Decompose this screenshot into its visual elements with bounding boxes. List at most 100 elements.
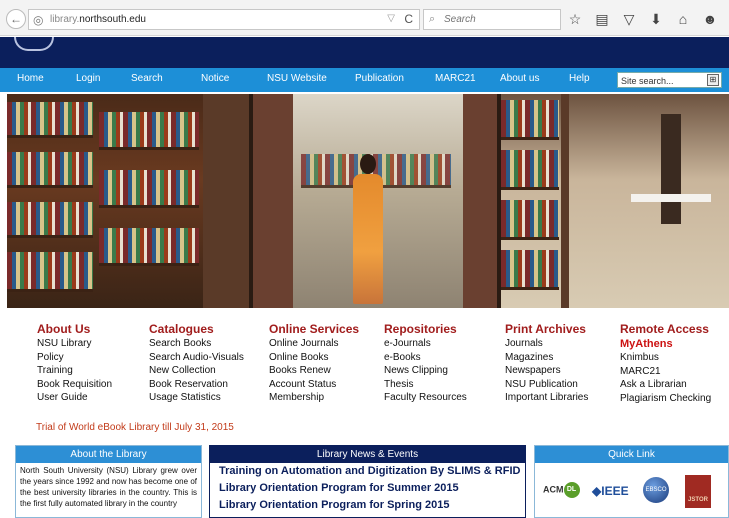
reload-icon[interactable]: C xyxy=(404,12,413,26)
browser-search-input[interactable] xyxy=(444,12,554,27)
link-online-books[interactable]: Online Books xyxy=(269,351,359,365)
acm-dl-logo-link[interactable]: ACM DL xyxy=(543,482,580,498)
link-journals[interactable]: Journals xyxy=(505,337,588,351)
reading-list-icon[interactable]: ▤ xyxy=(593,10,611,28)
link-nsu-publication[interactable]: NSU Publication xyxy=(505,378,588,392)
column-print-archives: Print Archives Journals Magazines Newspa… xyxy=(505,322,588,405)
link-user-guide[interactable]: User Guide xyxy=(37,391,112,405)
home-icon[interactable]: ⌂ xyxy=(674,10,692,28)
url-text: library.northsouth.edu xyxy=(50,14,146,25)
link-faculty-resources[interactable]: Faculty Resources xyxy=(384,391,467,405)
shelf-end xyxy=(203,94,249,308)
nav-home[interactable]: Home xyxy=(17,73,44,84)
ebsco-logo-link[interactable]: EBSCO xyxy=(643,477,669,503)
news-events-panel: Library News & Events Training on Automa… xyxy=(209,445,526,518)
column-remote-access: Remote Access MyAthens Knimbus MARC21 As… xyxy=(620,322,711,405)
column-heading[interactable]: Catalogues xyxy=(149,322,244,337)
toolbar-icons: ☆ ▤ ▽ ⬇ ⌂ ☻ xyxy=(566,10,719,28)
link-myathens[interactable]: MyAthens xyxy=(620,337,711,351)
link-new-collection[interactable]: New Collection xyxy=(149,364,244,378)
panel-title: About the Library xyxy=(16,446,201,463)
link-membership[interactable]: Membership xyxy=(269,391,359,405)
link-policy[interactable]: Policy xyxy=(37,351,112,365)
news-item[interactable]: Library Orientation Program for Summer 2… xyxy=(210,480,525,497)
student-photo xyxy=(253,94,497,308)
site-search-box[interactable]: ⊞ xyxy=(617,72,722,88)
link-book-requisition[interactable]: Book Requisition xyxy=(37,378,112,392)
shelf-end xyxy=(561,94,569,308)
url-prefix: library. xyxy=(50,14,80,25)
shelf xyxy=(501,250,559,290)
link-usage-statistics[interactable]: Usage Statistics xyxy=(149,391,244,405)
link-nsu-library[interactable]: NSU Library xyxy=(37,337,112,351)
bookshelves-photo xyxy=(7,94,249,308)
pillar xyxy=(661,114,681,224)
nav-notice[interactable]: Notice xyxy=(201,73,229,84)
nav-marc21[interactable]: MARC21 xyxy=(435,73,476,84)
shelf xyxy=(99,170,199,208)
download-icon[interactable]: ⬇ xyxy=(647,10,665,28)
browser-search-box[interactable]: ⌕ xyxy=(423,9,561,30)
about-library-panel: About the Library North South University… xyxy=(15,445,202,518)
link-marc21[interactable]: MARC21 xyxy=(620,365,711,379)
link-search-books[interactable]: Search Books xyxy=(149,337,244,351)
link-knimbus[interactable]: Knimbus xyxy=(620,351,711,365)
url-domain: northsouth.edu xyxy=(79,14,146,25)
link-training[interactable]: Training xyxy=(37,364,112,378)
nav-nsu-website[interactable]: NSU Website xyxy=(267,73,327,84)
link-account-status[interactable]: Account Status xyxy=(269,378,359,392)
acm-dl-badge: DL xyxy=(563,482,580,498)
column-heading[interactable]: Repositories xyxy=(384,322,467,337)
site-search-input[interactable] xyxy=(621,74,703,87)
link-books-renew[interactable]: Books Renew xyxy=(269,364,359,378)
quick-link-panel: Quick Link ACM DL ◆IEEE EBSCO JSTOR xyxy=(534,445,729,518)
address-bar[interactable]: ◎ library.northsouth.edu ▽ C xyxy=(28,9,420,30)
link-thesis[interactable]: Thesis xyxy=(384,378,467,392)
site-search-go-button[interactable]: ⊞ xyxy=(707,74,719,86)
column-repositories: Repositories e-Journals e-Books News Cli… xyxy=(384,322,467,405)
link-plagiarism-checking[interactable]: Plagiarism Checking xyxy=(620,392,711,406)
link-online-journals[interactable]: Online Journals xyxy=(269,337,359,351)
link-magazines[interactable]: Magazines xyxy=(505,351,588,365)
ieee-logo-link[interactable]: ◆IEEE xyxy=(592,484,629,498)
link-book-reservation[interactable]: Book Reservation xyxy=(149,378,244,392)
news-item[interactable]: Training on Automation and Digitization … xyxy=(210,463,525,480)
link-ask-a-librarian[interactable]: Ask a Librarian xyxy=(620,378,711,392)
nav-help[interactable]: Help xyxy=(569,73,590,84)
link-e-journals[interactable]: e-Journals xyxy=(384,337,467,351)
nav-login[interactable]: Login xyxy=(76,73,100,84)
shelf xyxy=(99,228,199,266)
jstor-logo-link[interactable]: JSTOR xyxy=(685,475,711,508)
door-frame xyxy=(463,94,497,308)
link-important-libraries[interactable]: Important Libraries xyxy=(505,391,588,405)
url-dropdown-icon[interactable]: ▽ xyxy=(387,13,395,24)
chat-icon[interactable]: ☻ xyxy=(701,10,719,28)
column-heading[interactable]: About Us xyxy=(37,322,112,337)
browser-toolbar: ← ◎ library.northsouth.edu ▽ C ⌕ ☆ ▤ ▽ ⬇… xyxy=(0,0,729,36)
shelf xyxy=(7,152,93,188)
shelf xyxy=(7,102,93,138)
column-heading[interactable]: Online Services xyxy=(269,322,359,337)
link-search-audio-visuals[interactable]: Search Audio-Visuals xyxy=(149,351,244,365)
nav-about-us[interactable]: About us xyxy=(500,73,539,84)
site-header xyxy=(0,37,729,68)
nav-publication[interactable]: Publication xyxy=(355,73,404,84)
column-online-services: Online Services Online Journals Online B… xyxy=(269,322,359,405)
pocket-icon[interactable]: ▽ xyxy=(620,10,638,28)
column-about-us: About Us NSU Library Policy Training Boo… xyxy=(37,322,112,405)
column-heading[interactable]: Remote Access xyxy=(620,322,711,337)
link-newspapers[interactable]: Newspapers xyxy=(505,364,588,378)
back-button[interactable]: ← xyxy=(6,9,26,29)
news-item[interactable]: Library Orientation Program for Spring 2… xyxy=(210,497,525,514)
link-e-books[interactable]: e-Books xyxy=(384,351,467,365)
star-icon[interactable]: ☆ xyxy=(566,10,584,28)
main-nav: Home Login Search Notice NSU Website Pub… xyxy=(0,68,729,92)
nav-search[interactable]: Search xyxy=(131,73,163,84)
search-icon: ⌕ xyxy=(429,13,436,25)
shelf xyxy=(99,112,199,150)
column-heading[interactable]: Print Archives xyxy=(505,322,588,337)
link-news-clipping[interactable]: News Clipping xyxy=(384,364,467,378)
reading-table xyxy=(631,194,711,202)
door-frame xyxy=(253,94,293,308)
trial-notice-link[interactable]: Trial of World eBook Library till July 3… xyxy=(36,422,234,433)
